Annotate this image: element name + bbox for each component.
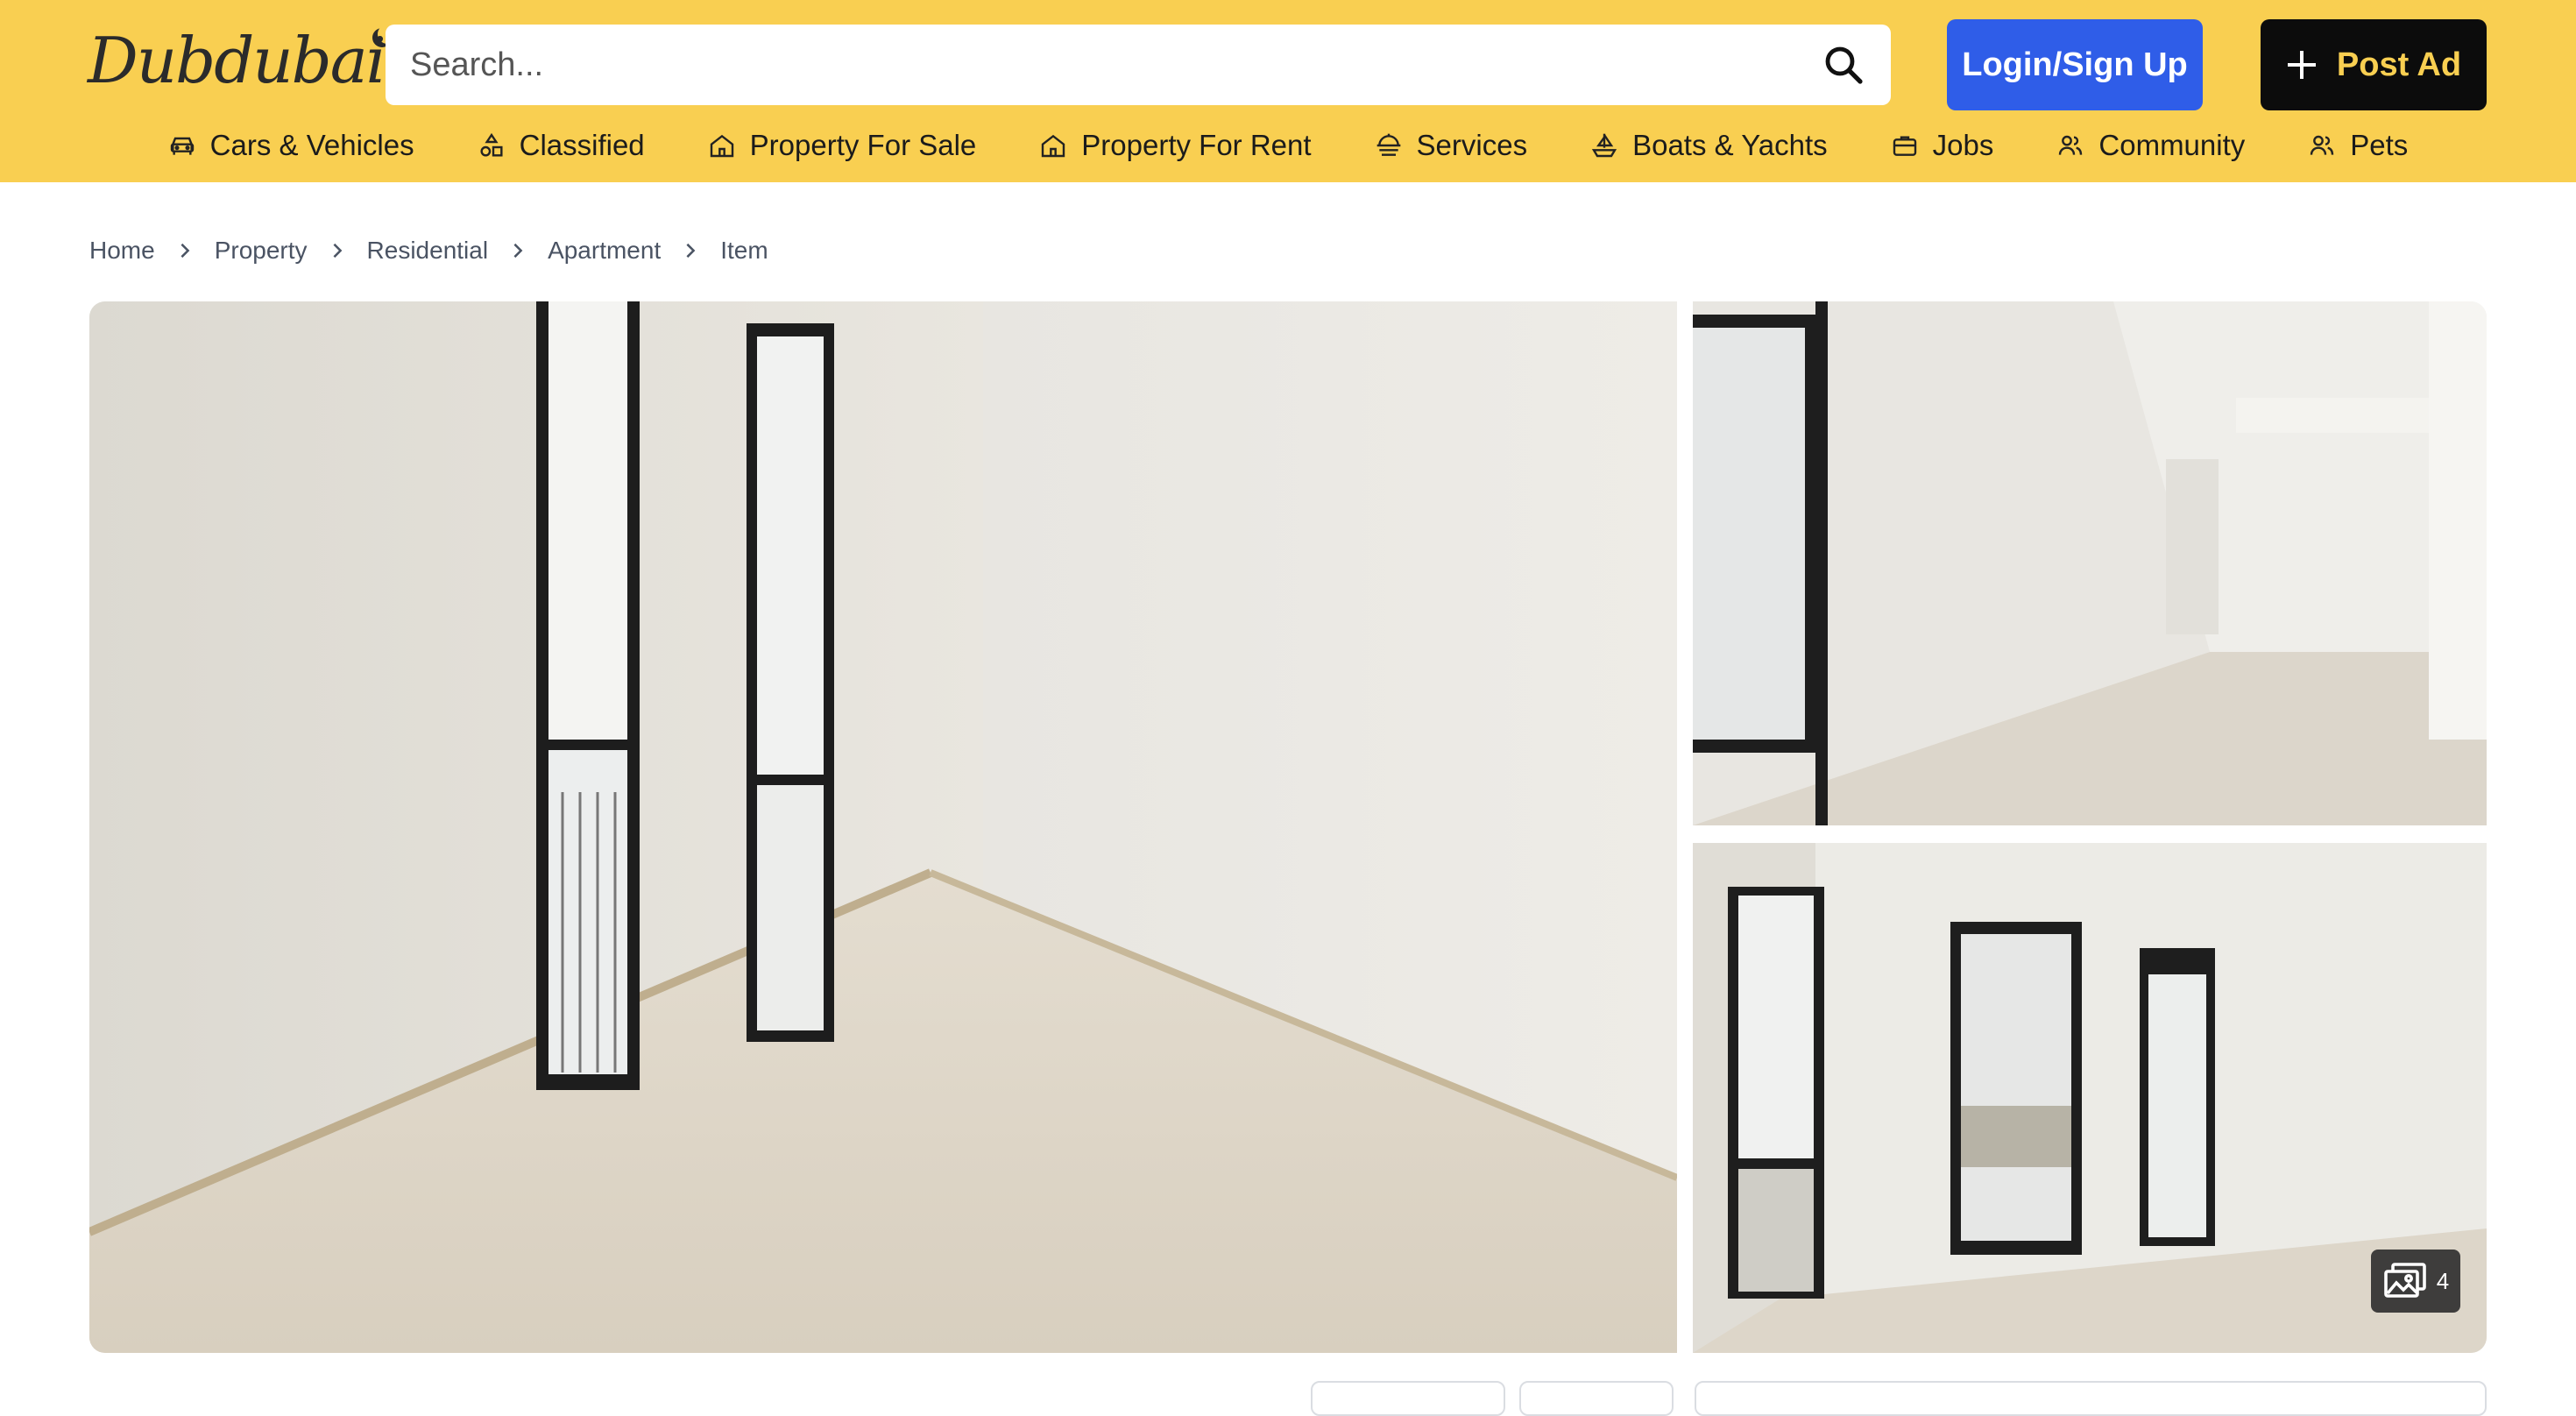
category-nav: Cars & Vehicles Classified Property For … bbox=[0, 123, 2576, 168]
nav-item-property-for-sale[interactable]: Property For Sale bbox=[676, 123, 1008, 168]
post-ad-button[interactable]: Post Ad bbox=[2261, 19, 2487, 110]
search-icon[interactable] bbox=[1822, 44, 1865, 86]
login-signup-button[interactable]: Login/Sign Up bbox=[1947, 19, 2203, 110]
services-icon bbox=[1376, 133, 1400, 156]
nav-item-label: Cars & Vehicles bbox=[209, 129, 414, 161]
site-header: Dubdubai Login/Sign Up Post Ad Cars & Ve… bbox=[0, 0, 2576, 182]
chevron-right-icon bbox=[155, 243, 215, 258]
nav-item-classified[interactable]: Classified bbox=[446, 123, 676, 168]
breadcrumb-item: Item bbox=[720, 237, 768, 264]
site-logo[interactable]: Dubdubai bbox=[88, 21, 386, 100]
nav-item-jobs[interactable]: Jobs bbox=[1859, 123, 2026, 168]
nav-item-label: Classified bbox=[519, 129, 645, 161]
nav-item-boats-yachts[interactable]: Boats & Yachts bbox=[1559, 123, 1859, 168]
people-icon bbox=[2059, 135, 2083, 155]
post-ad-label: Post Ad bbox=[2336, 46, 2462, 83]
property-photo-2[interactable] bbox=[1693, 301, 2487, 825]
breadcrumb-apartment[interactable]: Apartment bbox=[548, 237, 661, 265]
plus-icon bbox=[2286, 49, 2318, 81]
login-signup-label: Login/Sign Up bbox=[1962, 46, 2188, 83]
shapes-icon bbox=[480, 132, 503, 157]
action-button-partial[interactable] bbox=[1311, 1381, 1505, 1416]
car-icon bbox=[170, 137, 194, 155]
boat-icon bbox=[1591, 133, 1617, 158]
nav-item-label: Pets bbox=[2350, 129, 2409, 161]
photo-gallery: 4 bbox=[89, 301, 2487, 1353]
nav-item-label: Property For Sale bbox=[749, 129, 977, 161]
search-bar bbox=[386, 25, 1891, 105]
nav-item-label: Services bbox=[1416, 129, 1528, 161]
nav-item-community[interactable]: Community bbox=[2025, 123, 2276, 168]
chevron-right-icon bbox=[308, 243, 367, 258]
home-icon bbox=[710, 134, 733, 158]
action-button-partial[interactable] bbox=[1519, 1381, 1674, 1416]
nav-item-services[interactable]: Services bbox=[1343, 123, 1560, 168]
nav-item-property-for-rent[interactable]: Property For Rent bbox=[1008, 123, 1342, 168]
photo-count: 4 bbox=[2436, 1267, 2450, 1294]
breadcrumb-property[interactable]: Property bbox=[215, 237, 308, 265]
breadcrumb: Home Property Residential Apartment Item bbox=[89, 237, 768, 265]
logo-text: Dubdubai bbox=[88, 24, 386, 97]
nav-item-label: Community bbox=[2098, 129, 2246, 161]
nav-item-label: Property For Rent bbox=[1081, 129, 1312, 161]
chevron-right-icon bbox=[488, 243, 548, 258]
chevron-right-icon bbox=[661, 243, 720, 258]
briefcase-icon bbox=[1893, 136, 1916, 156]
main-property-photo[interactable] bbox=[89, 301, 1677, 1353]
nav-item-cars-vehicles[interactable]: Cars & Vehicles bbox=[137, 123, 446, 168]
nav-item-label: Jobs bbox=[1932, 129, 1994, 161]
breadcrumb-residential[interactable]: Residential bbox=[367, 237, 489, 265]
nav-item-label: Boats & Yachts bbox=[1632, 129, 1828, 161]
people-icon bbox=[2311, 135, 2334, 155]
search-input[interactable] bbox=[410, 25, 1794, 105]
info-card-partial bbox=[1695, 1381, 2487, 1416]
nav-item-pets[interactable]: Pets bbox=[2276, 123, 2439, 168]
breadcrumb-home[interactable]: Home bbox=[89, 237, 155, 265]
home-icon bbox=[1042, 134, 1065, 158]
images-icon bbox=[2383, 1263, 2426, 1298]
property-photo-3[interactable]: 4 bbox=[1693, 843, 2487, 1353]
photo-count-badge[interactable]: 4 bbox=[2371, 1250, 2460, 1313]
